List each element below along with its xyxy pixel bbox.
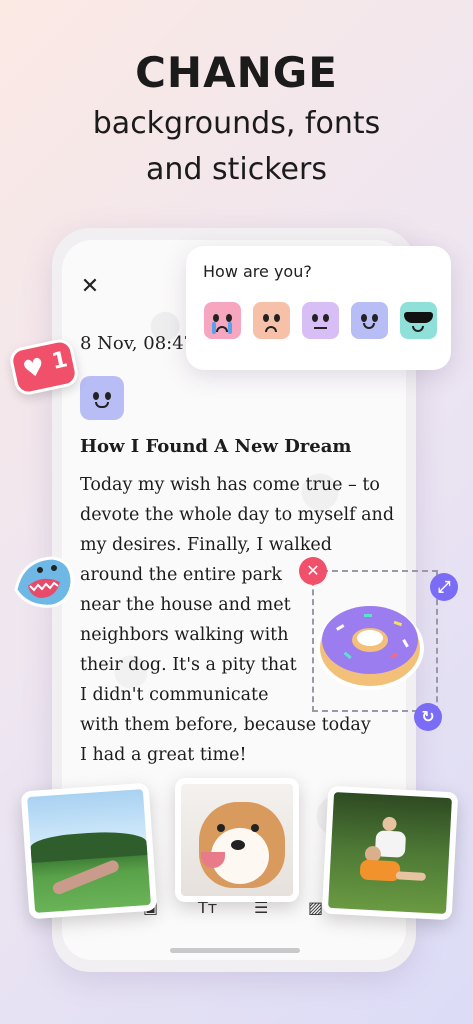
entry-body-line[interactable]: my desires. Finally, I walked xyxy=(80,535,332,555)
entry-title[interactable]: How I Found A New Dream xyxy=(80,436,351,457)
close-icon[interactable]: ✕ xyxy=(78,275,102,299)
delete-sticker-button[interactable]: ✕ xyxy=(299,557,327,585)
entry-body-line[interactable]: around the entire park xyxy=(80,565,282,585)
park-photo[interactable] xyxy=(20,782,158,920)
headline-subtitle: backgrounds, fonts xyxy=(92,106,381,141)
resize-sticker-button[interactable]: ⤢ xyxy=(430,573,458,601)
mood-happy-button[interactable] xyxy=(351,302,388,339)
rotate-sticker-button[interactable]: ↻ xyxy=(414,703,442,731)
mood-neutral-button[interactable] xyxy=(302,302,339,339)
entry-body-line[interactable]: I had a great time! xyxy=(80,745,247,765)
entry-body-line[interactable]: I didn't communicate xyxy=(80,685,268,705)
dog-photo[interactable] xyxy=(175,778,299,902)
couple-photo[interactable] xyxy=(321,785,459,921)
entry-body-line[interactable]: devote the whole day to myself and xyxy=(80,505,394,525)
home-indicator xyxy=(170,948,300,953)
entry-date[interactable]: 8 Nov, 08:47 xyxy=(80,333,195,354)
shark-sticker[interactable] xyxy=(12,552,76,612)
entry-body-line[interactable]: neighbors walking with xyxy=(80,625,288,645)
mood-cool-button[interactable] xyxy=(400,302,437,339)
selected-mood-icon[interactable] xyxy=(80,376,124,420)
background-pattern-icon[interactable]: ▨ xyxy=(308,898,323,917)
mood-question: How are you? xyxy=(203,262,312,281)
headline-subtitle-2: and stickers xyxy=(146,152,327,187)
like-count: 1 xyxy=(49,347,70,375)
mood-sad-button[interactable] xyxy=(253,302,290,339)
entry-body-line[interactable]: near the house and met xyxy=(80,595,291,615)
donut-sticker[interactable] xyxy=(314,592,426,692)
mood-crying-button[interactable] xyxy=(204,302,241,339)
entry-body-line[interactable]: their dog. It's a pity that xyxy=(80,655,297,675)
mood-popup: How are you? xyxy=(186,246,451,370)
headline-title: CHANGE xyxy=(135,48,338,97)
heart-icon: ♥ xyxy=(20,352,48,385)
entry-body-line[interactable]: Today my wish has come true – to xyxy=(80,475,380,495)
entry-body-line[interactable]: with them before, because today xyxy=(80,715,371,735)
